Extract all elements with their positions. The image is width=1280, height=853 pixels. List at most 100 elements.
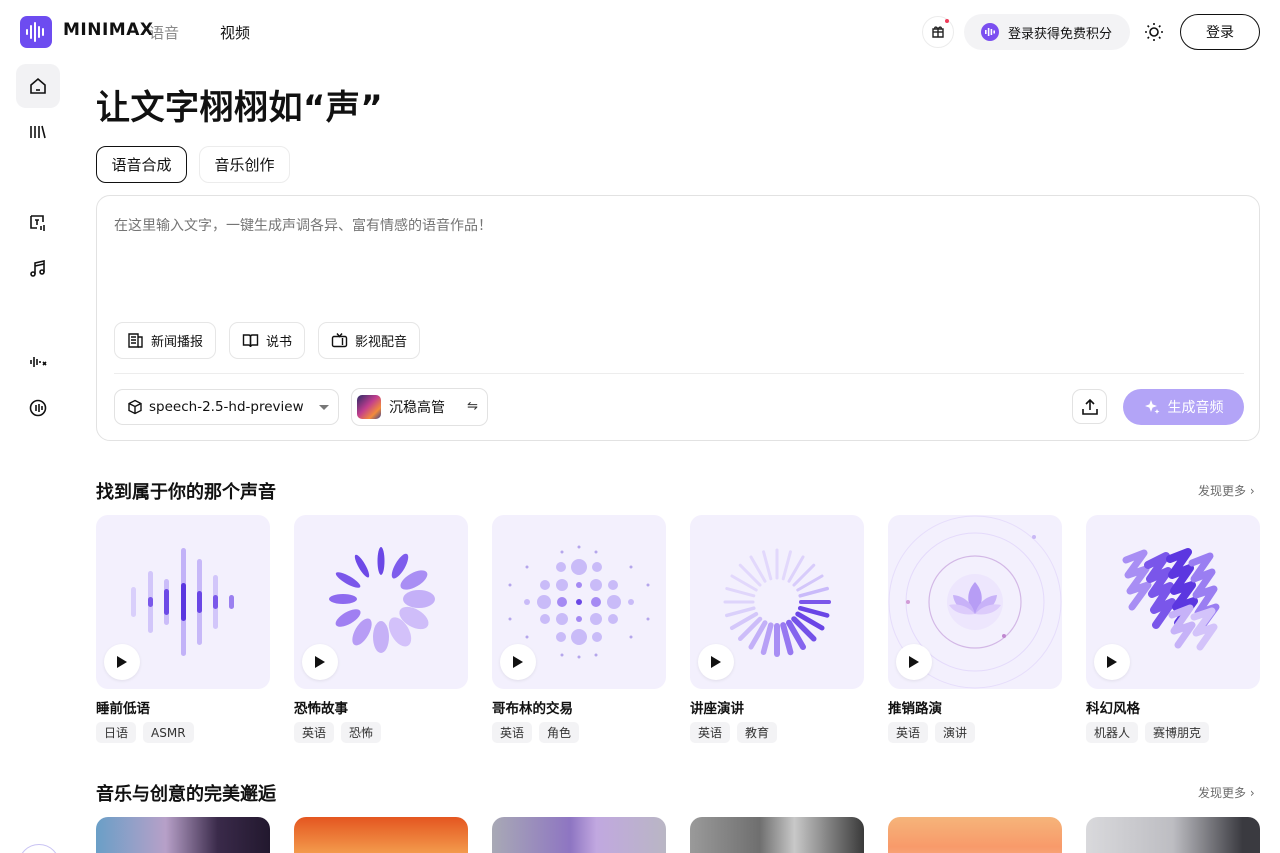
music-card[interactable]: [492, 817, 666, 853]
login-button[interactable]: 登录: [1180, 14, 1260, 50]
voice-card-name: 恐怖故事: [294, 701, 348, 717]
play-icon: [711, 656, 721, 668]
voice-card-name: 讲座演讲: [690, 701, 744, 717]
voices-discover-more-label: 发现更多: [1198, 484, 1247, 498]
avatar[interactable]: [18, 844, 60, 853]
minimax-logo-icon[interactable]: [20, 16, 52, 48]
book-icon: [242, 334, 259, 348]
swap-icon[interactable]: ⇋: [467, 399, 478, 414]
upload-button[interactable]: [1072, 389, 1107, 424]
tag: 角色: [539, 722, 580, 743]
theme-toggle[interactable]: [1142, 20, 1166, 44]
play-button[interactable]: [896, 644, 932, 680]
voice-card-thumbnail: [96, 515, 270, 689]
voice-card-name: 推销路演: [888, 701, 942, 717]
voice-card-tags: 日语 ASMR: [96, 722, 201, 743]
tag: 日语: [96, 722, 137, 743]
preset-dubbing-button[interactable]: 影视配音: [318, 322, 421, 359]
play-icon: [513, 656, 523, 668]
music-card[interactable]: [96, 817, 270, 853]
tag: 演讲: [935, 722, 976, 743]
voice-card-tags: 英语 角色: [492, 722, 586, 743]
sidebar-item-text-to-speech[interactable]: [16, 201, 60, 245]
voices-discover-more-link[interactable]: 发现更多 ›: [1198, 482, 1255, 499]
sun-icon: [1145, 23, 1163, 41]
sidebar-item-music[interactable]: [16, 247, 60, 291]
sidebar-item-home[interactable]: [16, 64, 60, 108]
voice-card-sci-fi[interactable]: 科幻风格 机器人 赛博朋克: [1086, 515, 1260, 743]
voice-select[interactable]: 沉稳高管 ⇋: [351, 388, 488, 426]
chevron-right-icon: ›: [1249, 484, 1255, 498]
model-select[interactable]: speech-2.5-hd-preview: [114, 389, 339, 425]
gift-button[interactable]: [922, 16, 954, 48]
sidebar: [0, 64, 76, 853]
music-card[interactable]: [294, 817, 468, 853]
voice-card-tags: 英语 恐怖: [294, 722, 388, 743]
tag: 英语: [888, 722, 929, 743]
text-input[interactable]: [114, 218, 1234, 234]
voice-card-name: 科幻风格: [1086, 701, 1140, 717]
play-button[interactable]: [698, 644, 734, 680]
voice-card-thumbnail: [888, 515, 1062, 689]
voice-card-horror-story[interactable]: 恐怖故事 英语 恐怖: [294, 515, 468, 743]
free-credit-button[interactable]: 登录获得免费积分: [964, 14, 1130, 50]
voice-design-icon: [29, 399, 47, 417]
music-note-icon: [30, 260, 45, 277]
voices-section-title: 找到属于你的那个声音: [96, 482, 276, 503]
nav-video[interactable]: 视频: [220, 22, 250, 43]
play-button[interactable]: [104, 644, 140, 680]
chevron-right-icon: ›: [1249, 786, 1255, 800]
sidebar-item-voice-clone[interactable]: [16, 340, 60, 384]
text-editor-panel: 新闻播报 说书 影视配音 speech-2.5-hd-preview 沉稳高管 …: [96, 195, 1260, 441]
music-discover-more-link[interactable]: 发现更多 ›: [1198, 784, 1255, 801]
voice-card-name: 哥布林的交易: [492, 701, 573, 717]
play-button[interactable]: [1094, 644, 1130, 680]
music-section-title: 音乐与创意的完美邂逅: [96, 784, 276, 805]
music-card[interactable]: [888, 817, 1062, 853]
play-button[interactable]: [500, 644, 536, 680]
news-icon: [128, 333, 143, 348]
voice-card-goblin-deal[interactable]: 哥布林的交易 英语 角色: [492, 515, 666, 743]
voice-card-sleep-whisper[interactable]: 睡前低语 日语 ASMR: [96, 515, 270, 743]
top-header: MINIMAX 语音 视频 登录获得免费积分 登录: [0, 0, 1280, 64]
notification-dot: [945, 19, 949, 23]
voice-card-tags: 英语 教育: [690, 722, 784, 743]
preset-dubbing-label: 影视配音: [355, 335, 408, 350]
voice-card-tags: 英语 演讲: [888, 722, 982, 743]
generate-audio-label: 生成音频: [1167, 400, 1224, 416]
chevron-down-icon: [319, 405, 329, 410]
music-card[interactable]: [690, 817, 864, 853]
sparkle-icon: [1144, 400, 1159, 414]
music-card[interactable]: [1086, 817, 1260, 853]
tag: 恐怖: [341, 722, 382, 743]
tag: ASMR: [143, 722, 194, 743]
gift-icon: [932, 26, 944, 38]
play-icon: [1107, 656, 1117, 668]
waveform-icon: [981, 23, 999, 41]
page-title: 让文字栩栩如“声”: [96, 88, 384, 128]
upload-icon: [1081, 398, 1098, 415]
cube-icon: [128, 399, 142, 415]
play-button[interactable]: [302, 644, 338, 680]
tag: 英语: [492, 722, 533, 743]
play-icon: [315, 656, 325, 668]
play-icon: [909, 656, 919, 668]
voice-card-sales-pitch[interactable]: 推销路演 英语 演讲: [888, 515, 1062, 743]
play-icon: [117, 656, 127, 668]
voice-card-lecture[interactable]: 讲座演讲 英语 教育: [690, 515, 864, 743]
voice-card-thumbnail: [690, 515, 864, 689]
generate-audio-button[interactable]: 生成音频: [1123, 389, 1244, 425]
music-discover-more-label: 发现更多: [1198, 786, 1247, 800]
logo-text[interactable]: MINIMAX: [63, 20, 153, 40]
preset-news-button[interactable]: 新闻播报: [114, 322, 217, 359]
tab-speech-synthesis[interactable]: 语音合成: [96, 146, 187, 183]
voice-card-thumbnail: [492, 515, 666, 689]
editor-divider: [114, 373, 1244, 374]
sidebar-item-library[interactable]: [16, 110, 60, 154]
preset-storytelling-button[interactable]: 说书: [229, 322, 306, 359]
sidebar-item-voice-design[interactable]: [16, 386, 60, 430]
text-to-speech-icon: [30, 215, 45, 231]
voice-card-thumbnail: [294, 515, 468, 689]
nav-voice[interactable]: 语音: [149, 22, 179, 43]
tab-music-creation[interactable]: 音乐创作: [199, 146, 290, 183]
